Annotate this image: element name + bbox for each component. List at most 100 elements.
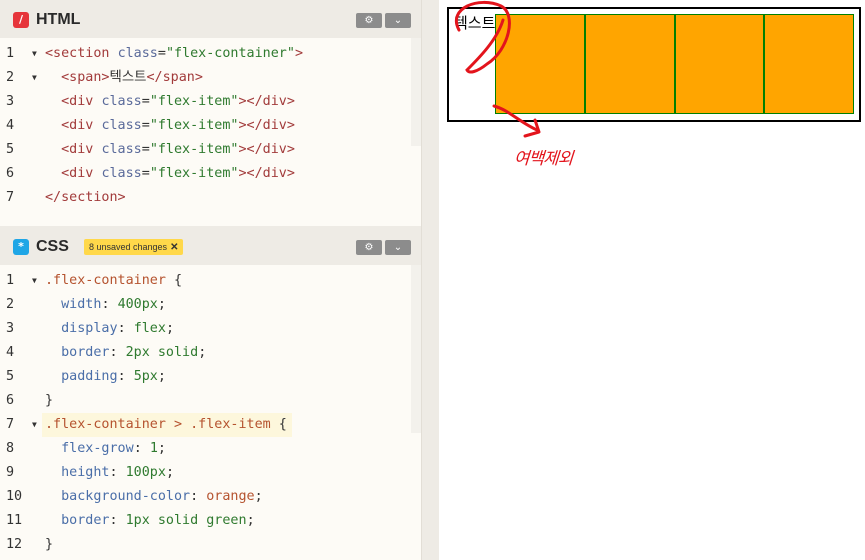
fold-toggle-icon[interactable]: ▼ [32,413,37,437]
html-code-line[interactable]: 1 ▼ <section class="flex-container"> [0,42,421,66]
code-token: height [61,465,110,480]
html-code-line[interactable]: 2 ▼ <span>텍스트</span> [0,66,421,90]
code-token: width [61,297,102,312]
html-settings-button[interactable]: ⚙ [356,13,382,28]
code-token: background-color [61,489,191,504]
code-text: <span>텍스트</span> [45,66,203,90]
circle-mark [455,1,511,74]
code-token: "flex-item" [149,166,239,181]
code-token: </section> [45,190,126,205]
code-token: ></div> [238,166,295,181]
line-number: 7 [6,190,15,205]
css-code-line[interactable]: 8 flex-grow: 1; [0,437,421,461]
unsaved-changes-badge[interactable]: 8 unsaved changes ✕ [84,239,184,255]
line-number: 12 [6,537,23,552]
css-code-line[interactable]: 12} [0,533,421,557]
line-number: 9 [6,465,15,480]
chevron-down-icon: ⌄ [393,242,403,253]
line-number: 4 [6,345,15,360]
fold-toggle-icon[interactable]: ▼ [32,42,37,66]
code-token: 5px [133,369,158,384]
code-token: class [101,94,142,109]
code-token: <div [61,118,102,133]
css-code-line[interactable]: 6} [0,389,421,413]
code-token: <div [61,94,102,109]
code-token: { [165,273,183,288]
css-code-line[interactable]: 3 display: flex; [0,317,421,341]
css-code-line[interactable]: 4 border: 2px solid; [0,341,421,365]
code-token: = [157,46,166,61]
code-text: .flex-container > .flex-item { [45,413,287,437]
code-token: ></div> [238,142,295,157]
annotation-label: 여백제외 [513,149,574,169]
html-code-line[interactable]: 4 <div class="flex-item"></div> [0,114,421,138]
code-text: background-color: orange; [45,485,263,509]
html-code-line[interactable]: 7 </section> [0,186,421,210]
css-code-line[interactable]: 2 width: 400px; [0,293,421,317]
html-code-line[interactable]: 6 <div class="flex-item"></div> [0,162,421,186]
code-token: <div [61,142,102,157]
html-code-line[interactable]: 5 <div class="flex-item"></div> [0,138,421,162]
html-code-editor[interactable]: 1 ▼ <section class="flex-container"> 2 ▼ <sp… [0,38,421,226]
editor-column: / HTML ⚙ ⌄ 1 ▼ <section class="flex-contai… [0,0,421,560]
html-panel-icon: / [13,12,29,28]
code-token: class [117,46,158,61]
code-token: ></div> [238,118,295,133]
code-token: ; [157,297,166,312]
code-token: ; [254,489,263,504]
html-code-line[interactable]: 3 <div class="flex-item"></div> [0,90,421,114]
code-text: <div class="flex-item"></div> [45,138,295,162]
fold-toggle-icon[interactable]: ▼ [32,269,37,293]
line-number: 4 [6,118,15,133]
code-text: width: 400px; [45,293,166,317]
html-collapse-button[interactable]: ⌄ [385,13,411,28]
code-token: <div [61,166,102,181]
code-token: "flex-item" [149,118,239,133]
code-token: : [109,513,126,528]
html-panel-title: HTML [36,11,81,28]
css-code-line[interactable]: 7 ▼ .flex-container > .flex-item { [0,413,421,437]
line-number: 3 [6,94,15,109]
close-icon[interactable]: ✕ [170,242,178,253]
code-token: class [101,118,142,133]
result-preview: 텍스트 여백제외 [439,0,865,560]
css-code-line[interactable]: 5 padding: 5px; [0,365,421,389]
css-code-editor[interactable]: 1 ▼ .flex-container {2 width: 400px; 3 disp… [0,265,421,560]
gear-icon: ⚙ [364,15,374,26]
css-code-line[interactable]: 10 background-color: orange; [0,485,421,509]
code-token: 2px solid [125,345,199,360]
css-settings-button[interactable]: ⚙ [356,240,382,255]
code-token: display [61,321,118,336]
code-token: flex [133,321,166,336]
line-number: 11 [6,513,23,528]
code-token: 100px [125,465,166,480]
code-token: } [45,393,54,408]
chevron-down-icon: ⌄ [393,15,403,26]
line-number: 6 [6,393,15,408]
css-panel-header: * CSS ⚙ ⌄ [0,229,421,265]
panel-divider[interactable] [421,0,439,560]
code-token: flex-grow [61,441,134,456]
css-code-line[interactable]: 1 ▼ .flex-container { [0,269,421,293]
code-token: > [294,46,303,61]
code-token: { [270,417,287,432]
fold-toggle-icon[interactable]: ▼ [32,66,37,90]
code-text: display: flex; [45,317,174,341]
code-token: class [101,142,142,157]
css-code-line[interactable]: 9 height: 100px; [0,461,421,485]
gear-icon: ⚙ [364,242,374,253]
code-text: <div class="flex-item"></div> [45,162,295,186]
css-collapse-button[interactable]: ⌄ [385,240,411,255]
code-token: .flex-container > .flex-item [45,417,271,432]
code-token: ; [246,513,255,528]
code-text: border: 1px solid green; [45,509,255,533]
css-code-line[interactable]: 11 border: 1px solid green; [0,509,421,533]
code-token: } [45,537,54,552]
